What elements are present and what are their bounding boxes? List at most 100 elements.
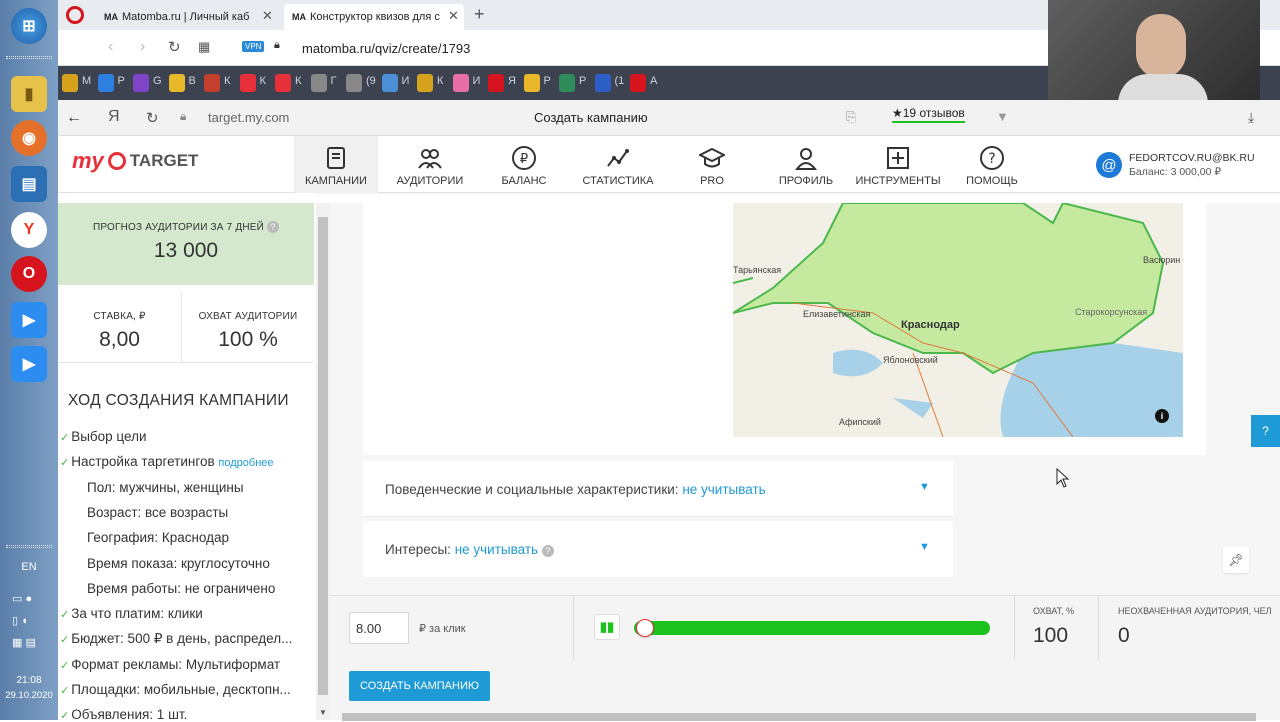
bookmark-favicon-icon[interactable] [239, 74, 256, 92]
bookmark-label[interactable]: (1 [615, 75, 625, 87]
bookmark-label[interactable]: Р [118, 75, 125, 87]
tab-quiz-constructor[interactable]: MA Конструктор квизов для с [284, 4, 464, 30]
bookmark-favicon-icon[interactable] [559, 74, 575, 92]
scroll-down-icon[interactable]: ▼ [319, 708, 327, 717]
bookmark-favicon-icon[interactable] [204, 74, 220, 92]
bookmark-label[interactable]: К [437, 75, 443, 87]
slider-handle[interactable] [636, 619, 654, 637]
bookmark-favicon-icon[interactable] [630, 74, 646, 92]
app-icon[interactable]: ▤ [11, 166, 47, 202]
folder-icon[interactable]: ▮ [11, 76, 47, 112]
nav-stats[interactable]: СТАТИСТИКА [576, 136, 660, 193]
bookmark-favicon-icon[interactable] [168, 74, 185, 92]
nav-profile[interactable]: ПРОФИЛЬ [764, 136, 848, 193]
tab-matomba[interactable]: MA Matomba.ru | Личный каб [96, 4, 281, 30]
bookmark-label[interactable]: К [295, 75, 301, 87]
bookmark-label[interactable]: К [260, 75, 266, 87]
bookmark-favicon-icon[interactable] [594, 74, 611, 92]
bookmark-favicon-icon[interactable] [523, 74, 540, 92]
bookmark-label[interactable]: Г [331, 75, 337, 87]
create-campaign-button[interactable]: СОЗДАТЬ КАМПАНИЮ [349, 671, 490, 701]
reach-slider-track[interactable] [634, 619, 990, 637]
bookmark-favicon-icon[interactable] [452, 74, 469, 92]
reload-icon[interactable]: ↻ [146, 109, 159, 127]
mytarget-logo[interactable]: my TARGET [72, 148, 198, 174]
zoom-icon-2[interactable]: ▶ [11, 346, 47, 382]
speed-dial-icon[interactable]: ▦ [198, 39, 210, 55]
opera-logo-icon[interactable] [66, 6, 84, 24]
section-value-link[interactable]: не учитывать [682, 482, 765, 497]
bookmark-favicon-icon[interactable] [97, 74, 114, 92]
vpn-badge[interactable]: VPN [242, 41, 265, 52]
reader-icon[interactable]: ⎘ [846, 109, 856, 125]
behavior-section[interactable]: Поведенческие и социальные характеристик… [363, 461, 953, 517]
bookmark-favicon-icon[interactable] [488, 74, 504, 92]
bookmark-label[interactable]: G [153, 75, 162, 87]
download-icon[interactable]: ⤓ [1248, 109, 1254, 126]
language-indicator[interactable]: EN [0, 561, 58, 573]
bookmark-label[interactable]: К [224, 75, 230, 87]
nav-help[interactable]: ? ПОМОЩЬ [950, 136, 1034, 193]
details-link[interactable]: подробнее [218, 457, 273, 469]
help-side-tab[interactable]: ? [1251, 415, 1280, 447]
progress-step: ✓ Площадки: мобильные, десктопн... [60, 682, 291, 697]
bookmark-label[interactable]: В [189, 75, 196, 87]
pin-icon[interactable]: 📌︎ [1223, 547, 1249, 573]
nav-graduation-cap[interactable]: PRO [670, 136, 754, 193]
nav-audiences[interactable]: АУДИТОРИИ [388, 136, 472, 193]
bookmark-label[interactable]: Р [579, 75, 586, 87]
yandex-icon[interactable]: Я [108, 108, 120, 126]
bookmark-favicon-icon[interactable] [275, 74, 291, 92]
zoom-icon[interactable]: ▶ [11, 302, 47, 338]
close-icon[interactable]: ✕ [262, 8, 273, 24]
expand-caret-icon[interactable]: ▼ [919, 541, 930, 553]
bookmark-label[interactable]: А [650, 75, 657, 87]
bar-chart-icon[interactable]: ▮▮ [594, 614, 620, 640]
bookmark-icon[interactable]: ▼ [996, 109, 1009, 124]
scrollbar-thumb[interactable] [318, 217, 328, 695]
geo-map[interactable]: Тарьянская Елизаветинская Краснодар Стар… [733, 203, 1183, 437]
bookmark-label[interactable]: И [473, 75, 481, 87]
reviews-badge[interactable]: ★19 отзывов [892, 106, 965, 123]
bid-input[interactable]: 8.00 [349, 612, 409, 644]
help-icon[interactable]: ? [541, 545, 554, 557]
yandex-browser-icon[interactable]: Y [11, 212, 47, 248]
bookmark-favicon-icon[interactable] [62, 74, 78, 92]
nav-ruble[interactable]: ₽ БАЛАНС [482, 136, 566, 193]
url-field[interactable]: matomba.ru/qviz/create/1793 [302, 41, 470, 56]
nav-tools[interactable]: ИНСТРУМЕНТЫ [855, 136, 941, 193]
back-icon[interactable]: ‹ [108, 38, 113, 56]
interests-section[interactable]: Интересы: не учитывать ? ▼ [363, 521, 953, 577]
back-arrow-icon[interactable]: ← [66, 109, 82, 127]
opera-icon[interactable]: O [11, 256, 47, 292]
expand-caret-icon[interactable]: ▼ [919, 481, 930, 493]
close-icon[interactable]: ✕ [448, 8, 459, 24]
bookmark-label[interactable]: И [402, 75, 410, 87]
bookmark-favicon-icon[interactable] [133, 74, 149, 92]
windows-start-icon[interactable]: ⊞ [11, 8, 47, 44]
bookmark-label[interactable]: Р [544, 75, 551, 87]
account-avatar-icon[interactable]: @ [1096, 152, 1122, 178]
firefox-icon[interactable]: ◉ [11, 120, 47, 156]
bookmark-label[interactable]: Я [508, 75, 516, 87]
tray-icons[interactable]: ▭ ● ▯ ◖ ▦ ▤ [12, 588, 36, 654]
forward-icon[interactable]: › [140, 38, 145, 56]
section-value-link[interactable]: не учитывать [455, 542, 538, 557]
bookmark-label[interactable]: M [82, 75, 91, 87]
clock-time[interactable]: 21:08 [0, 675, 58, 686]
help-icon[interactable]: ? [267, 221, 280, 233]
account-email[interactable]: FEDORTCOV.RU@BK.RU [1129, 152, 1255, 164]
bookmark-favicon-icon[interactable] [310, 74, 327, 92]
bookmark-favicon-icon[interactable] [417, 74, 433, 92]
nav-campaigns[interactable]: КАМПАНИИ [294, 136, 378, 193]
bookmark-favicon-icon[interactable] [346, 74, 362, 92]
bookmark-label[interactable]: (9 [366, 75, 376, 87]
new-tab-icon[interactable]: + [474, 4, 485, 25]
bookmark-favicon-icon[interactable] [381, 74, 398, 92]
left-panel-scrollbar[interactable]: ▼ [316, 203, 330, 720]
reload-icon[interactable]: ↻ [168, 38, 181, 56]
clock-date[interactable]: 29.10.2020 [0, 690, 58, 701]
site-domain[interactable]: target.my.com [208, 110, 289, 125]
lock-icon: 🔒︎ [274, 39, 280, 51]
map-info-icon[interactable]: i [1155, 409, 1169, 423]
